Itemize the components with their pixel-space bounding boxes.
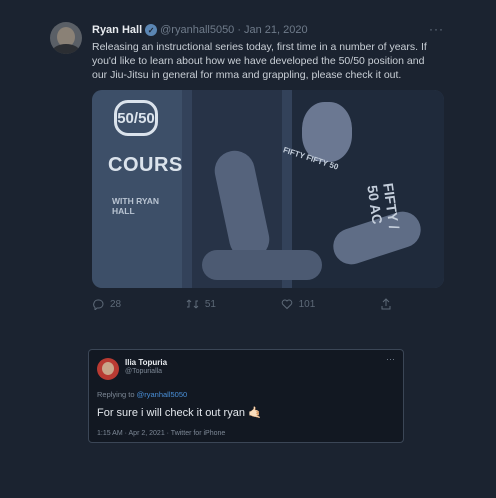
reply-author-name[interactable]: Ilia Topuria	[125, 358, 167, 367]
tweet-text: Releasing an instructional series today,…	[92, 41, 427, 81]
tweet-header: Ryan Hall ✓ @ryanhall5050 · Jan 21, 2020	[92, 24, 308, 36]
tweet-card[interactable]: Ryan Hall ✓ @ryanhall5050 · Jan 21, 2020…	[38, 8, 458, 328]
share-button[interactable]	[380, 298, 392, 310]
more-options-icon[interactable]: ···	[429, 22, 444, 36]
like-button[interactable]: 101	[281, 298, 316, 310]
meta-separator: ·	[237, 24, 241, 36]
author-handle[interactable]: @ryanhall5050	[160, 24, 234, 36]
reply-text: For sure i will check it out ryan 🤙🏻	[97, 407, 262, 419]
tweet-media-image[interactable]: 50/50 COURSE WITH RYAN HALL FIFTY FIFTY …	[92, 90, 444, 288]
like-count: 101	[298, 298, 316, 310]
reply-button[interactable]: 28	[92, 298, 121, 310]
share-icon	[381, 298, 391, 310]
tweet-date[interactable]: Jan 21, 2020	[244, 24, 308, 36]
reply-author-handle[interactable]: @Topurialla	[125, 368, 162, 375]
reply-timestamp[interactable]: 1:15 AM · Apr 2, 2021 · Twitter for iPho…	[97, 430, 225, 437]
replying-to-line: Replying to @ryanhall5050	[97, 390, 187, 399]
reply-author-avatar[interactable]	[97, 358, 119, 380]
reply-more-options-icon[interactable]: ···	[386, 354, 395, 364]
replying-to-handle-link[interactable]: @ryanhall5050	[137, 390, 188, 399]
course-logo: 50/50	[114, 100, 158, 136]
reply-icon	[93, 299, 104, 310]
replying-to-label: Replying to	[97, 390, 135, 399]
reply-count: 28	[110, 298, 122, 310]
retweet-icon	[186, 299, 199, 309]
retweet-count: 51	[204, 298, 216, 310]
heart-icon	[281, 299, 292, 310]
verified-badge-icon: ✓	[145, 24, 158, 36]
retweet-button[interactable]: 51	[186, 298, 216, 310]
reply-tweet-card[interactable]: Ilia Topuria @Topurialla ··· Replying to…	[88, 349, 404, 443]
shirt-text-sleeve: FIFTY / 50 AC	[364, 182, 403, 231]
fighter-photo: FIFTY FIFTY 50 FIFTY / 50 AC	[182, 90, 444, 288]
course-subtitle: WITH RYAN HALL	[112, 196, 160, 216]
course-branding-panel: 50/50 COURSE WITH RYAN HALL	[92, 90, 196, 288]
author-avatar[interactable]	[50, 22, 82, 54]
author-name[interactable]: Ryan Hall	[92, 24, 142, 36]
tweet-actions: 28 51 101	[92, 298, 392, 310]
